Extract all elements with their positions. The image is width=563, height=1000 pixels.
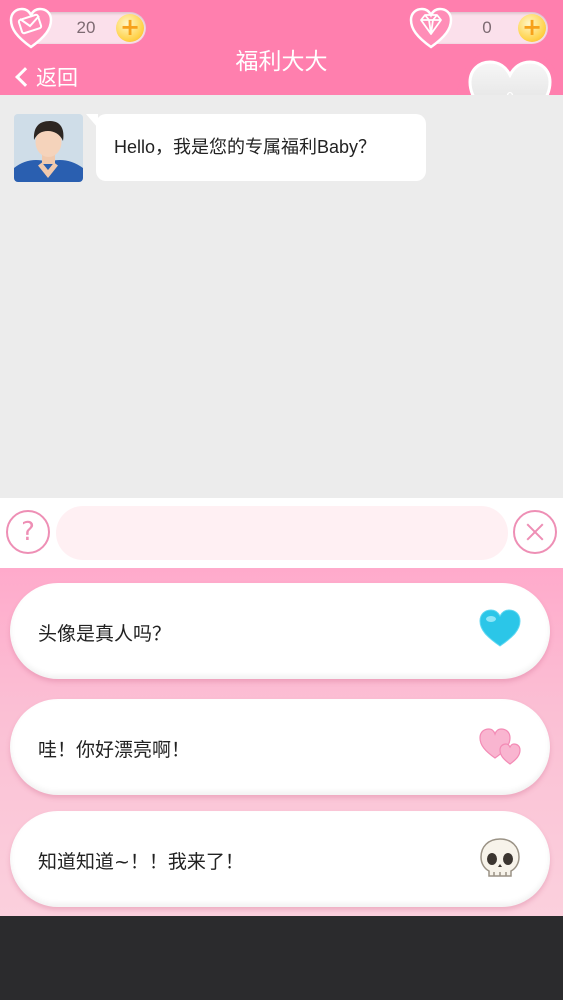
letters-counter: 20 + bbox=[9, 7, 146, 49]
help-button[interactable]: ? bbox=[6, 510, 50, 554]
close-button[interactable] bbox=[513, 510, 557, 554]
reply-option-2[interactable]: 哇！你好漂亮啊！ bbox=[10, 699, 550, 795]
reply-option-3[interactable]: 知道知道~！！我来了！ bbox=[10, 811, 550, 907]
reply-option-1[interactable]: 头像是真人吗？ bbox=[10, 583, 550, 679]
skull-icon bbox=[480, 838, 520, 877]
add-letters-button[interactable]: + bbox=[116, 14, 144, 42]
blue-heart-icon bbox=[479, 609, 521, 647]
add-gems-button[interactable]: + bbox=[518, 14, 546, 42]
reply-option-label: 知道知道~！！我来了！ bbox=[38, 851, 244, 873]
back-button[interactable]: 返回 bbox=[13, 62, 78, 92]
avatar[interactable] bbox=[14, 114, 83, 182]
message-input[interactable] bbox=[56, 506, 508, 560]
chat-bubble: Hello，我是您的专属福利Baby？ bbox=[86, 114, 426, 181]
input-bar: ? bbox=[0, 498, 563, 568]
reply-option-label: 哇！你好漂亮啊！ bbox=[38, 739, 191, 761]
gems-count: 0 bbox=[482, 18, 492, 37]
reply-option-label: 头像是真人吗？ bbox=[38, 623, 172, 645]
gems-counter: 0 + bbox=[409, 7, 548, 49]
chat-area: Hello，我是您的专属福利Baby？ bbox=[0, 95, 563, 498]
letters-count: 20 bbox=[76, 18, 96, 37]
back-label: 返回 bbox=[36, 66, 78, 90]
chevron-left-icon bbox=[15, 67, 35, 87]
pink-hearts-icon bbox=[479, 728, 521, 765]
reply-options: 头像是真人吗？ 哇！你好漂亮啊！ 知道知道~！！我来了！ bbox=[0, 568, 563, 916]
